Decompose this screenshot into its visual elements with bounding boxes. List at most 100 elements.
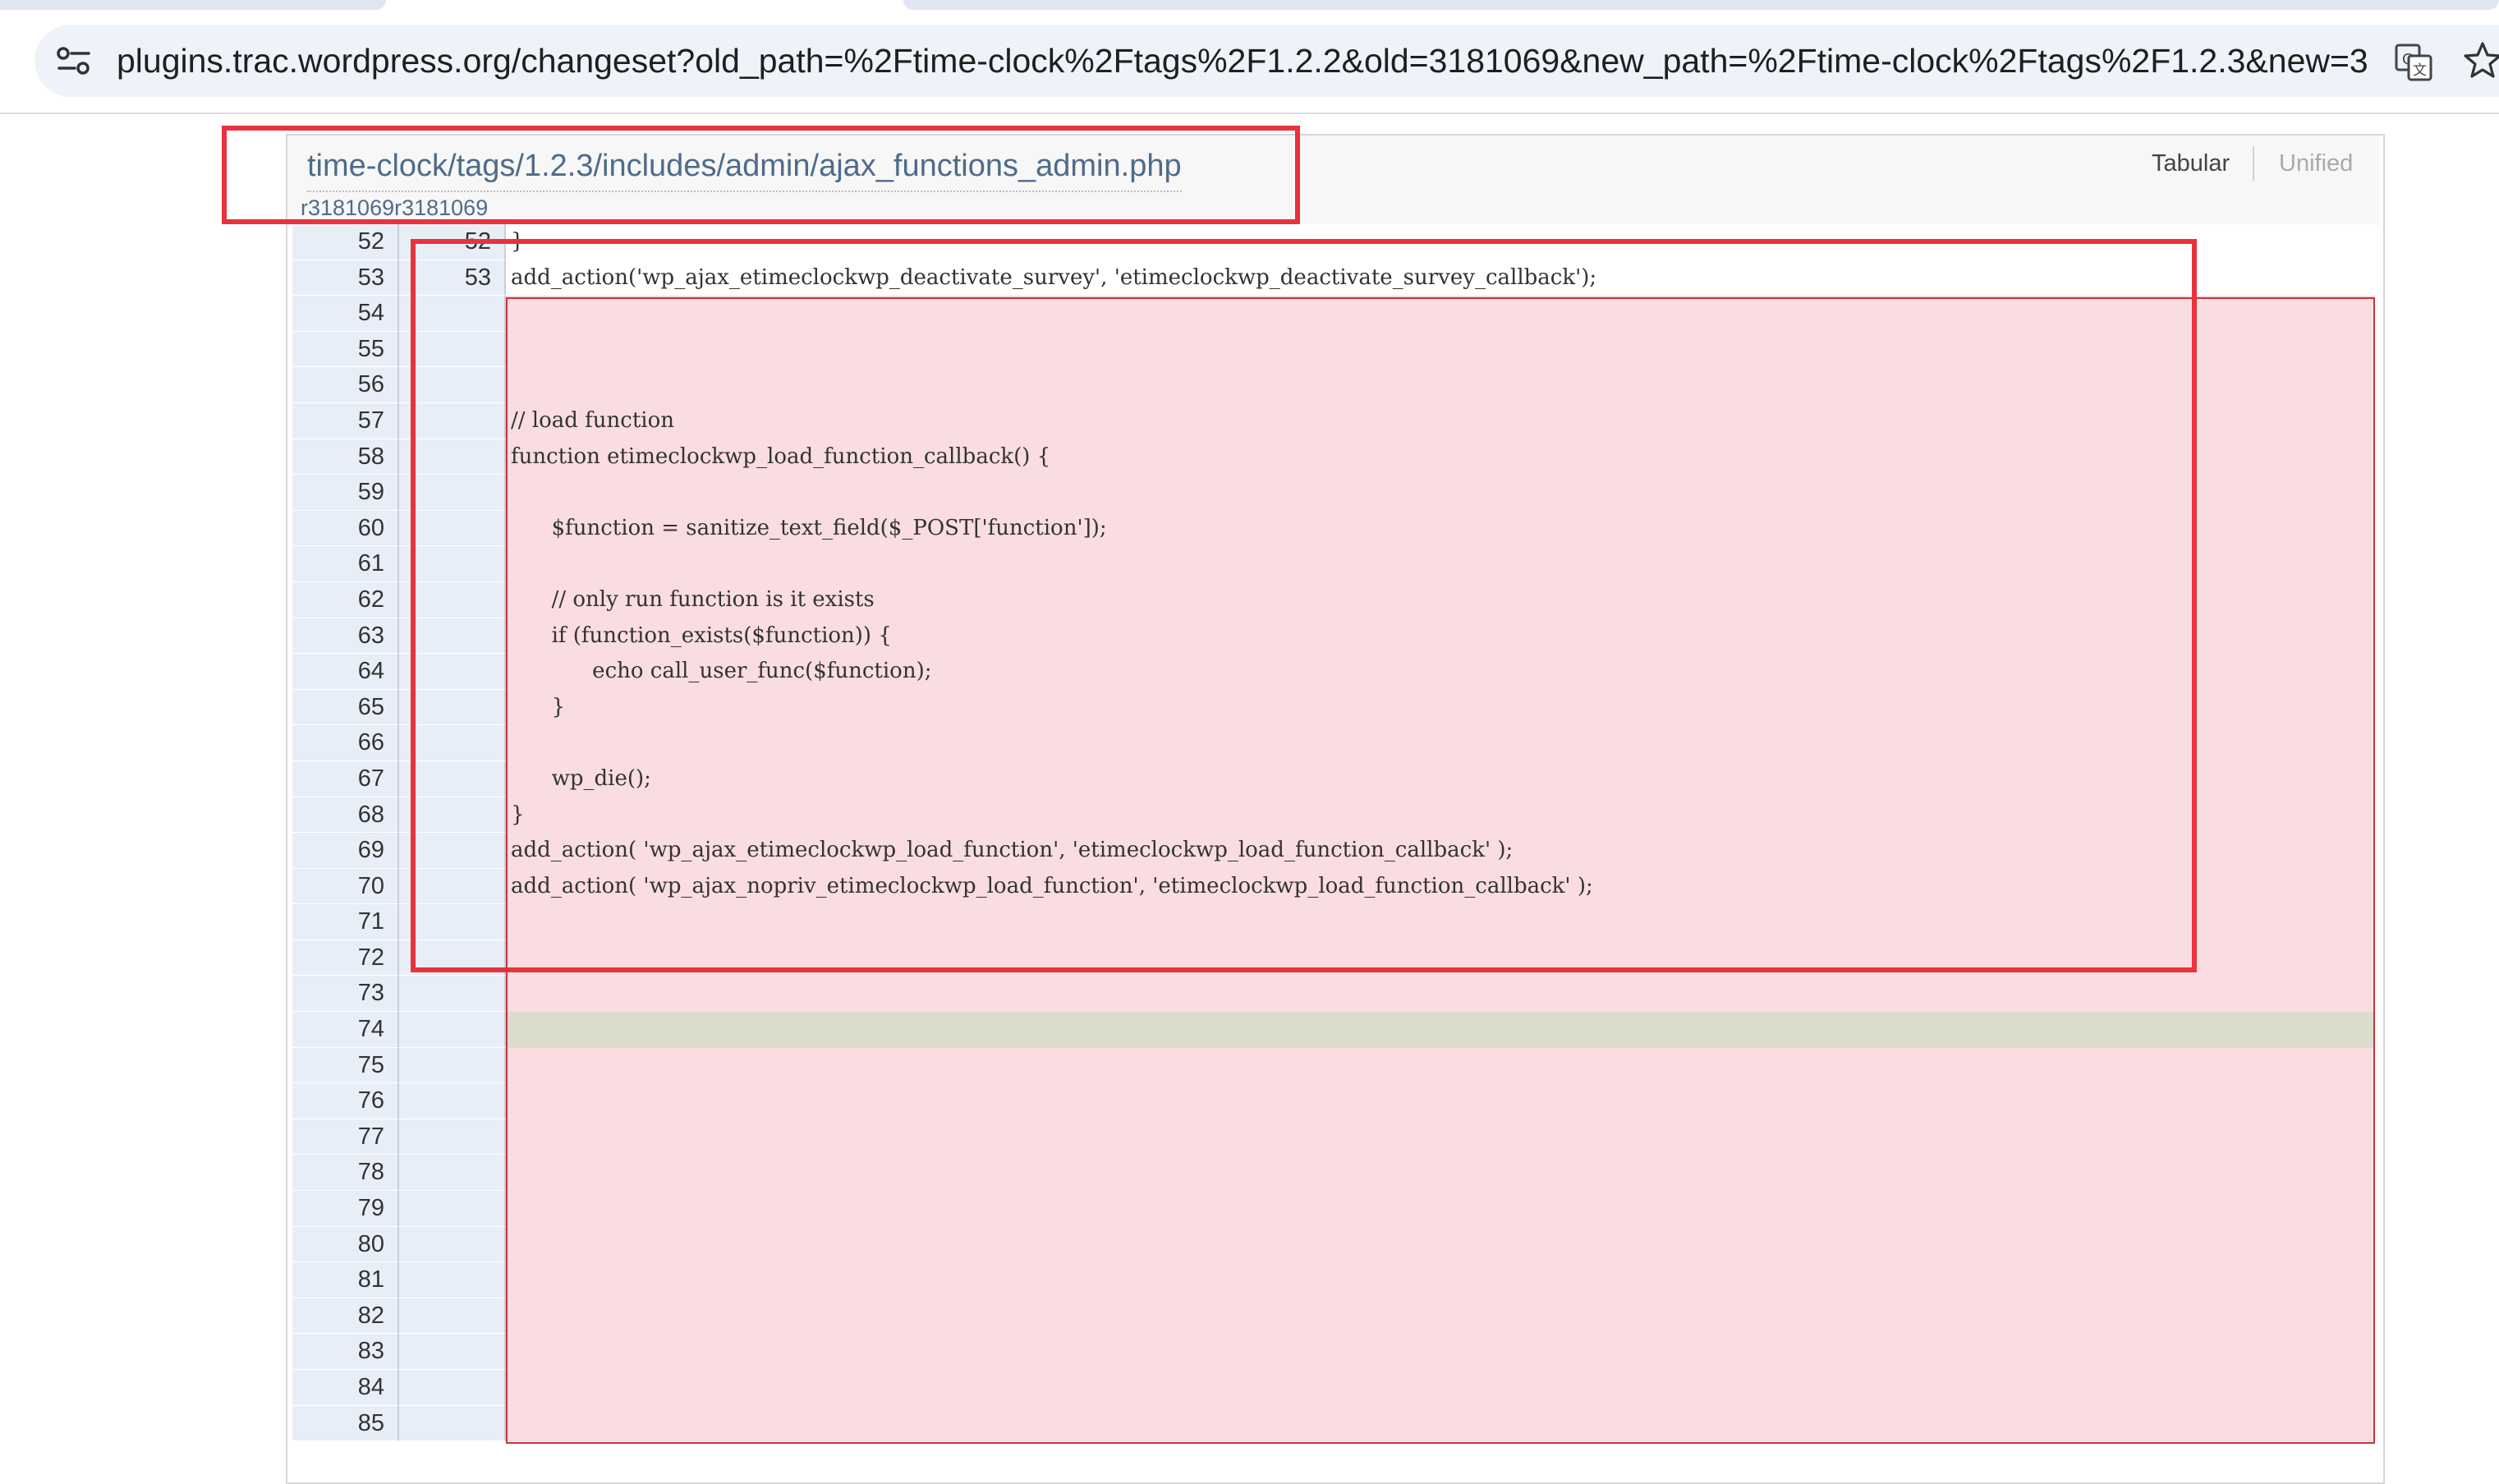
code-line — [506, 1298, 2375, 1335]
site-info-icon[interactable] — [56, 44, 92, 77]
old-line-number: 64 — [292, 654, 399, 690]
code-line — [506, 1047, 2375, 1084]
diff-row: 83 — [292, 1334, 2375, 1370]
code-line — [506, 331, 2375, 368]
view-unified-option[interactable]: Unified — [2279, 145, 2353, 182]
bookmark-star-icon[interactable] — [2464, 41, 2499, 79]
code-line: } — [506, 689, 2375, 726]
code-line: } — [506, 797, 2375, 834]
new-line-number — [399, 402, 506, 439]
revision-row — [292, 192, 2375, 223]
toolbar-divider — [0, 113, 2499, 114]
new-line-number — [399, 1298, 506, 1335]
translate-icon[interactable]: G 文 — [2394, 43, 2433, 82]
new-line-number — [399, 1370, 506, 1406]
code-line: } — [506, 224, 2375, 260]
diff-row: 79 — [292, 1191, 2375, 1227]
diff-row: 57 // load function — [292, 402, 2375, 439]
diff-row: 71 — [292, 904, 2375, 940]
old-line-number: 78 — [292, 1155, 399, 1192]
diff-row: 65 } — [292, 689, 2375, 726]
url-text[interactable]: plugins.trac.wordpress.org/changeset?old… — [117, 36, 2367, 85]
old-line-number: 72 — [292, 940, 399, 976]
code-line: echo call_user_func($function); — [506, 654, 2375, 690]
old-line-number: 77 — [292, 1119, 399, 1155]
old-line-number: 85 — [292, 1405, 399, 1442]
old-line-number: 62 — [292, 581, 399, 618]
new-line-number — [399, 725, 506, 761]
new-line-number: 52 — [399, 224, 506, 260]
new-line-number — [399, 797, 506, 834]
diff-row: 78 — [292, 1155, 2375, 1192]
tab-strip-left — [0, 0, 386, 10]
new-line-number — [399, 904, 506, 940]
old-line-number: 81 — [292, 1262, 399, 1298]
code-line — [506, 940, 2375, 976]
diff-row: 60 $function = sanitize_text_field($_POS… — [292, 510, 2375, 547]
code-line — [506, 904, 2375, 940]
code-line — [506, 546, 2375, 582]
old-line-number: 79 — [292, 1191, 399, 1227]
new-line-number — [399, 1083, 506, 1119]
old-line-number: 73 — [292, 976, 399, 1013]
code-line: wp_die(); — [506, 760, 2375, 797]
new-line-number — [399, 475, 506, 511]
new-line-number — [399, 868, 506, 905]
old-line-number: 69 — [292, 833, 399, 869]
new-line-number — [399, 1226, 506, 1263]
diff-row: 63 if (function_exists($function)) { — [292, 618, 2375, 655]
new-line-number: 53 — [399, 260, 506, 296]
new-line-number — [399, 1405, 506, 1442]
diff-row: 67 wp_die(); — [292, 760, 2375, 797]
new-line-number — [399, 510, 506, 547]
code-line — [506, 1119, 2375, 1155]
view-separator — [2253, 146, 2254, 181]
new-line-number — [399, 760, 506, 797]
old-line-number: 57 — [292, 402, 399, 439]
old-line-number: 55 — [292, 331, 399, 368]
code-line — [506, 1405, 2375, 1442]
new-line-number — [399, 331, 506, 368]
code-line — [506, 1155, 2375, 1192]
diff-row: 52 52} — [292, 224, 2375, 260]
code-line — [506, 725, 2375, 761]
diff-row: 58 function etimeclockwp_load_function_ca… — [292, 439, 2375, 476]
old-line-number: 76 — [292, 1083, 399, 1119]
new-line-number — [399, 1012, 506, 1048]
diff-row: 68} — [292, 797, 2375, 834]
diff-row: 61 — [292, 546, 2375, 582]
code-line — [506, 1012, 2375, 1048]
diff-row: 70 add_action( 'wp_ajax_nopriv_etimeclock… — [292, 868, 2375, 905]
svg-text:文: 文 — [2413, 62, 2427, 79]
tab-strip-right — [903, 0, 2499, 10]
old-line-number: 74 — [292, 1012, 399, 1048]
diff-row: 64 echo call_user_func($function); — [292, 654, 2375, 690]
new-line-number — [399, 654, 506, 690]
old-line-number: 54 — [292, 296, 399, 332]
code-line — [506, 1262, 2375, 1298]
old-line-number: 82 — [292, 1298, 399, 1335]
code-line: $function = sanitize_text_field($_POST['… — [506, 510, 2375, 547]
old-line-number: 84 — [292, 1370, 399, 1406]
diff-row: 59 — [292, 475, 2375, 511]
new-line-number — [399, 546, 506, 582]
file-path-link[interactable]: time-clock/tags/1.2.3/includes/admin/aja… — [307, 141, 1182, 192]
new-line-number — [399, 833, 506, 869]
old-line-number: 58 — [292, 439, 399, 476]
diff-row: 85 — [292, 1405, 2375, 1442]
new-line-number — [399, 618, 506, 655]
diff-row: 55 — [292, 331, 2375, 368]
diff-row: 72 — [292, 940, 2375, 976]
diff-row: 80 — [292, 1226, 2375, 1263]
diff-row: 62 // only run function is it exists — [292, 581, 2375, 618]
diff-row: 66 — [292, 725, 2375, 761]
new-line-number — [399, 367, 506, 403]
code-line: // only run function is it exists — [506, 581, 2375, 618]
new-line-number — [399, 1047, 506, 1084]
revision-links[interactable]: r3181069r3181069 — [301, 192, 488, 223]
old-line-number: 65 — [292, 689, 399, 726]
old-line-number: 66 — [292, 725, 399, 761]
view-tabular-option[interactable]: Tabular — [2152, 145, 2230, 182]
code-line: // load function — [506, 402, 2375, 439]
code-line — [506, 1226, 2375, 1263]
